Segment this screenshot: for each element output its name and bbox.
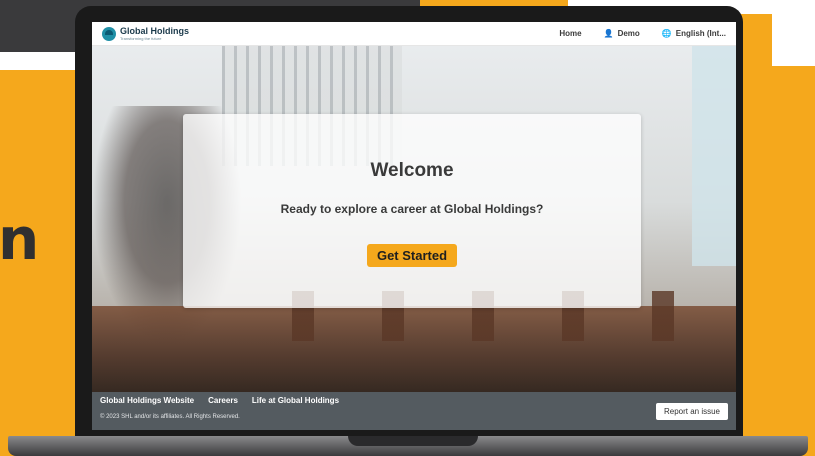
background-partial-heading: n [0,205,40,273]
footer-link-life[interactable]: Life at Global Holdings [252,396,339,405]
footer-copyright: © 2023 SHL and/or its affiliates. All Ri… [100,414,240,420]
footer-link-website[interactable]: Global Holdings Website [100,396,194,405]
nav-home[interactable]: Home [559,29,581,38]
brand-tagline: Transforming the future [120,35,162,41]
brand-text: Global Holdings Transforming the future [120,25,189,41]
app-footer: Global Holdings Website Careers Life at … [92,392,736,430]
hero-section: Welcome Ready to explore a career at Glo… [92,46,736,392]
nav-demo-user[interactable]: 👤 Demo [604,29,640,38]
report-issue-button[interactable]: Report an issue [655,403,728,420]
welcome-subtitle: Ready to explore a career at Global Hold… [280,202,544,216]
laptop-notch [348,436,478,446]
globe-icon: 🌐 [661,29,672,38]
user-icon: 👤 [603,29,614,38]
office-window-right-photo [692,46,736,266]
nav-language-label: English (Int... [675,29,726,38]
top-nav: Home 👤 Demo 🌐 English (Int... [537,29,726,38]
nav-language-select[interactable]: 🌐 English (Int... [662,29,726,38]
nav-home-label: Home [559,29,582,38]
get-started-button[interactable]: Get Started [366,244,458,267]
laptop-screen: Global Holdings Transforming the future … [92,22,736,430]
welcome-card: Welcome Ready to explore a career at Glo… [183,114,641,308]
brand-name: Global Holdings [120,25,189,36]
nav-user-label: Demo [617,29,640,38]
welcome-title: Welcome [370,160,454,181]
background-white-corner [772,14,815,66]
brand-logo[interactable]: Global Holdings Transforming the future [102,25,189,41]
footer-link-careers[interactable]: Careers [208,396,238,405]
footer-links: Global Holdings Website Careers Life at … [100,396,353,405]
globe-logo-icon [102,26,116,41]
app-header: Global Holdings Transforming the future … [92,22,736,46]
